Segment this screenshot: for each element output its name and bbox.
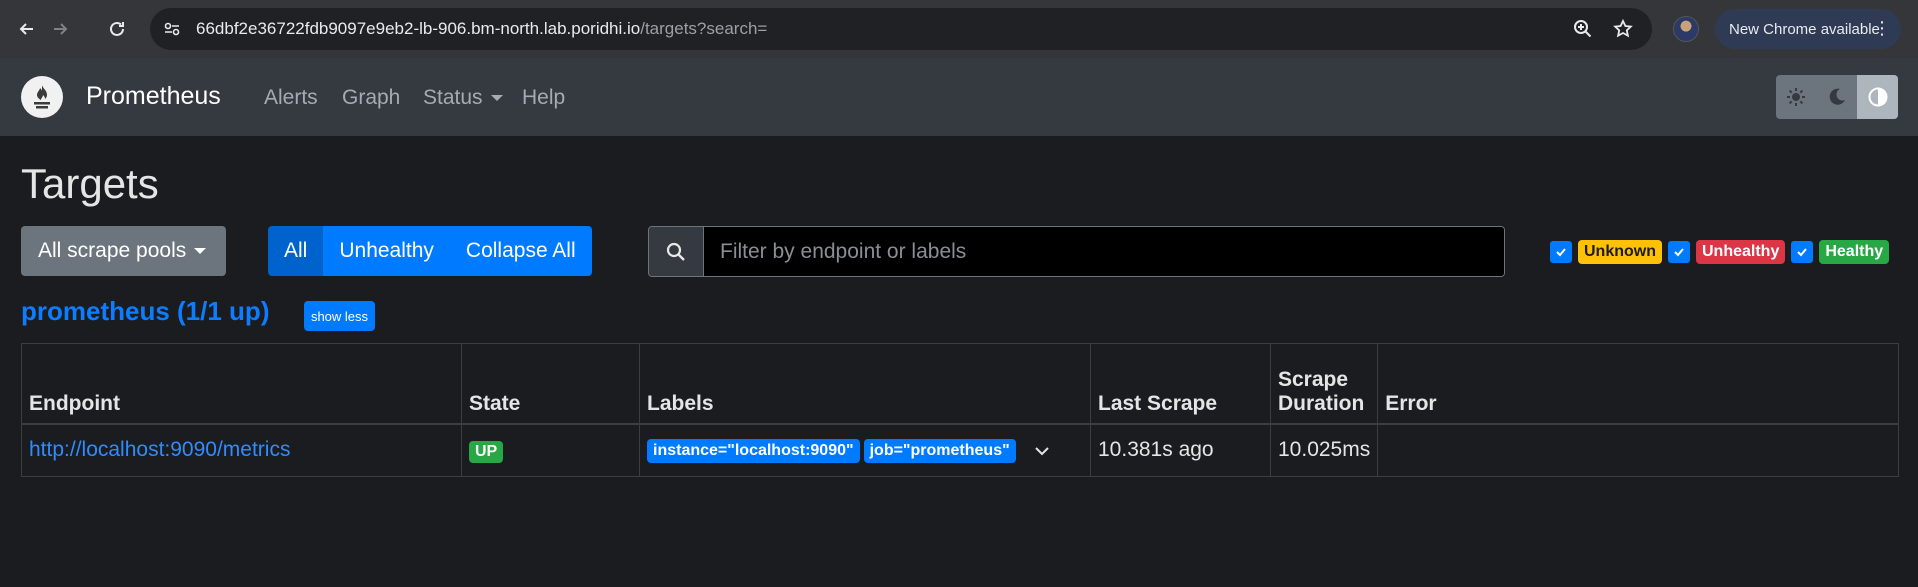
nav-status[interactable]: Status — [423, 86, 503, 110]
endpoint-link[interactable]: http://localhost:9090/metrics — [29, 438, 290, 461]
nav-status-label: Status — [423, 86, 483, 109]
light-theme-button[interactable] — [1776, 75, 1817, 119]
health-filters: Unknown Unhealthy Healthy — [1550, 240, 1895, 264]
address-bar[interactable]: 66dbf2e36722fdb9097e9eb2-lb-906.bm-north… — [150, 8, 1652, 50]
col-labels: Labels — [639, 343, 1091, 425]
url-host: 66dbf2e36722fdb9097e9eb2-lb-906.bm-north… — [196, 19, 641, 38]
nav-alerts[interactable]: Alerts — [264, 86, 318, 110]
expand-labels-button[interactable] — [1034, 438, 1050, 462]
label-badge-instance: instance="localhost:9090" — [647, 439, 860, 464]
target-search — [648, 226, 1505, 277]
zoom-icon[interactable] — [1572, 18, 1594, 40]
unhealthy-badge[interactable]: Unhealthy — [1696, 240, 1786, 264]
prometheus-logo[interactable] — [21, 76, 63, 118]
scrape-pools-dropdown[interactable]: All scrape pools — [21, 226, 226, 276]
forward-button[interactable] — [45, 14, 75, 44]
error-cell — [1377, 423, 1899, 477]
theme-toggle-group — [1776, 75, 1898, 119]
auto-theme-button[interactable] — [1857, 75, 1898, 119]
targets-table: Endpoint State Labels Last Scrape Scrape… — [21, 343, 1899, 477]
col-scrape-duration: Scrape Duration — [1269, 343, 1379, 425]
duration-cell: 10.025ms — [1269, 423, 1379, 477]
check-icon — [1797, 248, 1808, 257]
check-icon — [1556, 248, 1566, 257]
arrow-right-icon — [54, 23, 68, 35]
url-text: 66dbf2e36722fdb9097e9eb2-lb-906.bm-north… — [196, 19, 767, 39]
col-state: State — [461, 343, 640, 425]
show-less-button[interactable]: show less — [304, 301, 375, 331]
caret-down-icon — [194, 248, 207, 254]
bookmark-star-icon[interactable] — [1612, 18, 1634, 40]
col-last-scrape: Last Scrape — [1090, 343, 1271, 425]
labels-cell: instance="localhost:9090" job="prometheus… — [639, 423, 1091, 477]
more-menu-icon[interactable]: ⋮ — [1873, 18, 1891, 38]
browser-toolbar: 66dbf2e36722fdb9097e9eb2-lb-906.bm-north… — [0, 0, 1918, 58]
filter-all-button[interactable]: All — [268, 226, 324, 276]
search-icon — [666, 242, 685, 261]
last-scrape-cell: 10.381s ago — [1090, 423, 1271, 477]
check-icon — [1674, 248, 1684, 257]
sun-icon — [1787, 88, 1806, 106]
state-cell: UP — [461, 423, 640, 477]
label-badge-job: job="prometheus" — [863, 439, 1016, 464]
filter-unhealthy-button[interactable]: Unhealthy — [323, 226, 450, 276]
profile-avatar[interactable] — [1673, 16, 1699, 42]
nav-help[interactable]: Help — [522, 86, 565, 110]
state-badge: UP — [469, 440, 504, 463]
brand-title[interactable]: Prometheus — [86, 82, 221, 111]
chrome-update-button[interactable]: New Chrome available ⋮ — [1715, 9, 1901, 49]
flame-icon — [34, 85, 50, 109]
endpoint-cell: http://localhost:9090/metrics — [21, 423, 462, 477]
arrow-left-icon — [19, 23, 33, 35]
update-label: New Chrome available — [1729, 20, 1880, 38]
search-addon — [649, 227, 704, 276]
scrape-pools-label: All scrape pools — [38, 239, 187, 262]
scrape-pool-title[interactable]: prometheus (1/1 up) — [21, 296, 269, 327]
page-title: Targets — [21, 160, 159, 207]
reload-button[interactable] — [102, 14, 132, 44]
site-info-icon[interactable] — [162, 19, 182, 39]
collapse-all-button[interactable]: Collapse All — [449, 226, 592, 276]
reload-icon — [110, 21, 124, 36]
caret-down-icon — [490, 95, 503, 102]
back-button[interactable] — [12, 14, 42, 44]
col-endpoint: Endpoint — [21, 343, 462, 425]
table-header-row: Endpoint State Labels Last Scrape Scrape… — [21, 343, 1899, 425]
unknown-badge[interactable]: Unknown — [1578, 240, 1662, 264]
col-error: Error — [1377, 343, 1899, 425]
dark-theme-button[interactable] — [1817, 75, 1858, 119]
healthy-checkbox[interactable] — [1791, 241, 1814, 263]
filter-button-group: All Unhealthy Collapse All — [268, 226, 592, 276]
contrast-icon — [1868, 87, 1888, 107]
url-path: /targets?search= — [640, 19, 768, 38]
nav-graph[interactable]: Graph — [342, 86, 400, 110]
targets-page: Targets All scrape pools All Unhealthy C… — [0, 136, 1918, 587]
search-input[interactable] — [704, 227, 1504, 276]
app-navbar: Prometheus Alerts Graph Status Help — [0, 58, 1918, 136]
healthy-badge[interactable]: Healthy — [1819, 240, 1890, 264]
unknown-checkbox[interactable] — [1550, 241, 1572, 263]
chevron-down-icon — [1034, 446, 1049, 456]
table-row: http://localhost:9090/metrics UP instanc… — [21, 423, 1899, 477]
unhealthy-checkbox[interactable] — [1668, 241, 1690, 263]
moon-icon — [1829, 88, 1845, 105]
